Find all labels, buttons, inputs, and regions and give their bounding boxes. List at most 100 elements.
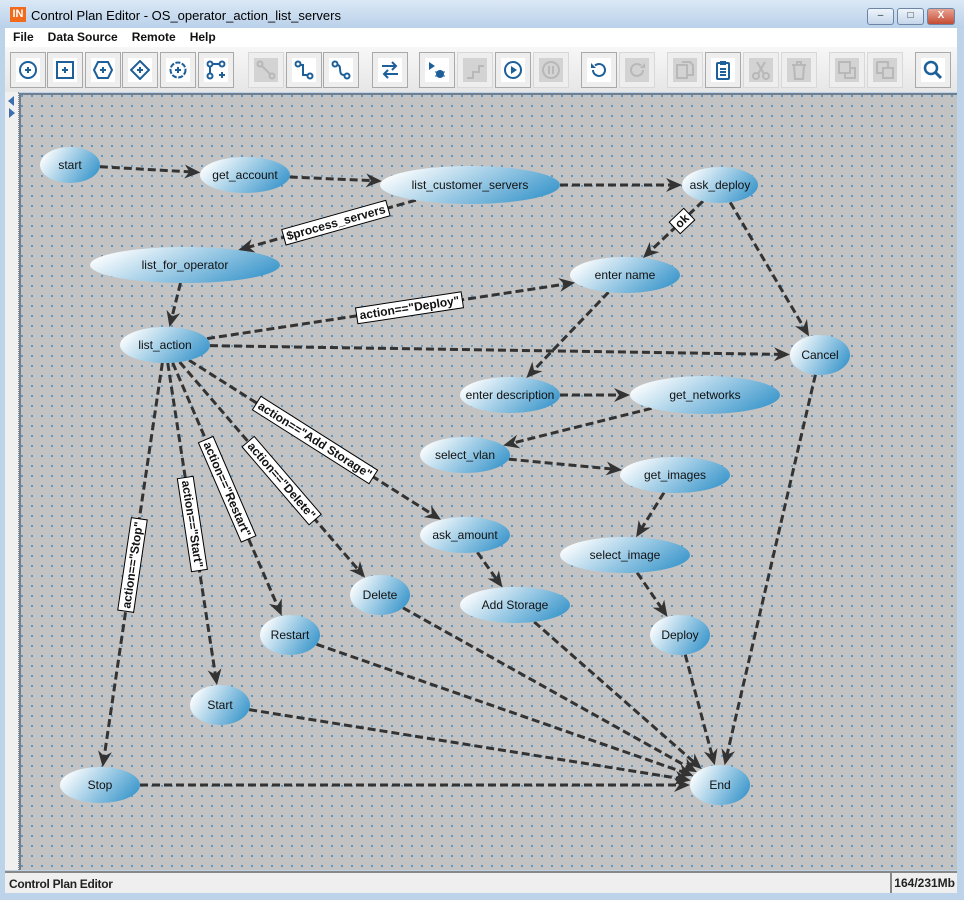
- connect-step-icon: [292, 58, 316, 82]
- edge-ask-amount-to-add-storage[interactable]: [476, 551, 503, 588]
- connect-curve-button[interactable]: [323, 52, 359, 88]
- edge-enter-name-to-enter-description[interactable]: [526, 291, 610, 378]
- edge-ask-deploy-to-cancel[interactable]: [728, 201, 810, 337]
- undo-button[interactable]: [581, 52, 617, 88]
- edge-line: [512, 406, 652, 445]
- edge-select-image-to-deploy[interactable]: [635, 571, 668, 617]
- node-list-for-operator[interactable]: list_for_operator: [90, 247, 280, 283]
- node-end[interactable]: End: [690, 765, 750, 805]
- edge-stop-to-end[interactable]: [140, 778, 690, 792]
- node-enter-description[interactable]: enter description: [460, 377, 560, 413]
- menu-data-source[interactable]: Data Source: [40, 28, 124, 44]
- minimize-button[interactable]: –: [867, 8, 894, 25]
- copy-icon: [673, 58, 697, 82]
- connect-icon: [254, 58, 278, 82]
- edge-enter-description-to-get-networks[interactable]: [560, 388, 630, 402]
- edge-start-to-end[interactable]: [248, 708, 691, 785]
- edge-select-vlan-to-get-images[interactable]: [508, 457, 623, 476]
- paste-button[interactable]: [705, 52, 741, 88]
- pause-button[interactable]: [533, 52, 569, 88]
- pause-icon: [539, 58, 563, 82]
- send-back-button[interactable]: [867, 52, 903, 88]
- search-icon: [921, 58, 945, 82]
- play-button[interactable]: [495, 52, 531, 88]
- add-hexagon-node-button[interactable]: [85, 52, 121, 88]
- debug-button[interactable]: [419, 52, 455, 88]
- add-decision-node-button[interactable]: [122, 52, 158, 88]
- maximize-button[interactable]: □: [897, 8, 924, 25]
- swap-button[interactable]: [372, 52, 408, 88]
- edge-label[interactable]: action=="Start": [176, 475, 208, 573]
- node-get-networks[interactable]: get_networks: [630, 376, 780, 414]
- add-action-node-button[interactable]: [47, 52, 83, 88]
- arrowhead-icon: [207, 668, 222, 686]
- delete-button[interactable]: [781, 52, 817, 88]
- node-label: get_networks: [669, 388, 740, 402]
- side-collapse-strip[interactable]: [5, 92, 19, 870]
- connect-button[interactable]: [248, 52, 284, 88]
- copy-button[interactable]: [667, 52, 703, 88]
- edge-label[interactable]: $process_servers: [281, 199, 391, 246]
- node-list-action[interactable]: list_action: [120, 327, 210, 363]
- diagram-canvas[interactable]: start get_account list_customer_servers ask…: [19, 93, 957, 870]
- edge-get-images-to-select-image[interactable]: [636, 491, 666, 538]
- node-label: Delete: [363, 588, 398, 602]
- edge-list-action-to-cancel[interactable]: [209, 344, 791, 362]
- arrowhead-icon: [614, 388, 630, 402]
- menu-help[interactable]: Help: [182, 28, 222, 44]
- menu-bar: File Data Source Remote Help: [5, 28, 957, 47]
- node-start[interactable]: Start: [190, 685, 250, 725]
- node-select-vlan[interactable]: select_vlan: [420, 437, 510, 473]
- cut-button[interactable]: [743, 52, 779, 88]
- bring-front-icon: [835, 58, 859, 82]
- edge-get-networks-to-select-vlan[interactable]: [503, 406, 652, 449]
- node-stop[interactable]: Stop: [60, 767, 140, 803]
- node-cancel[interactable]: Cancel: [790, 335, 850, 375]
- step-button[interactable]: [457, 52, 493, 88]
- node-label: list_for_operator: [142, 258, 229, 272]
- close-button[interactable]: X: [927, 8, 955, 25]
- add-start-node-button[interactable]: [10, 52, 46, 88]
- node-ask-amount[interactable]: ask_amount: [420, 517, 510, 553]
- node-restart[interactable]: Restart: [260, 615, 320, 655]
- edge-list-customer-servers-to-ask-deploy[interactable]: [560, 178, 682, 192]
- edge-ask-deploy-to-enter-name[interactable]: [642, 200, 705, 258]
- node-deploy[interactable]: Deploy: [650, 615, 710, 655]
- edge-start-to-get-account[interactable]: [99, 164, 201, 179]
- app-logo-icon: IN: [10, 7, 26, 22]
- search-button[interactable]: [915, 52, 951, 88]
- node-start[interactable]: start: [40, 147, 100, 183]
- node-delete[interactable]: Delete: [350, 575, 410, 615]
- debug-icon: [425, 58, 449, 82]
- nodes: startget_accountlist_customer_servers ask…: [40, 147, 850, 805]
- edge-line: [99, 165, 191, 174]
- edge-get-account-to-list-customer-servers[interactable]: [289, 173, 382, 188]
- node-enter-name[interactable]: enter name: [570, 257, 680, 293]
- edge-list-for-operator-to-list-action[interactable]: [166, 282, 182, 328]
- connect-step-button[interactable]: [286, 52, 322, 88]
- edge-deploy-to-end[interactable]: [683, 654, 718, 766]
- edge-label[interactable]: action=="Stop": [117, 517, 148, 613]
- edge-label-text: action=="Start": [179, 479, 206, 568]
- node-get-images[interactable]: get_images: [620, 457, 730, 493]
- toolbar: [5, 47, 957, 92]
- collapse-left-icon[interactable]: [8, 96, 14, 106]
- bring-front-button[interactable]: [829, 52, 865, 88]
- node-select-image[interactable]: select_image: [560, 537, 690, 573]
- menu-file[interactable]: File: [5, 28, 40, 44]
- menu-remote[interactable]: Remote: [124, 28, 182, 44]
- add-start-node-icon: [16, 58, 40, 82]
- add-cloud-node-button[interactable]: [160, 52, 196, 88]
- paste-icon: [711, 58, 735, 82]
- node-label: Start: [207, 698, 233, 712]
- edge-label[interactable]: action=="Deploy": [354, 291, 465, 325]
- node-list-customer-servers[interactable]: list_customer_servers: [380, 166, 560, 204]
- node-add-storage[interactable]: Add Storage: [460, 587, 570, 623]
- edge-label[interactable]: action=="Delete": [241, 435, 322, 526]
- node-get-account[interactable]: get_account: [200, 157, 290, 193]
- add-branch-button[interactable]: [198, 52, 234, 88]
- expand-right-icon[interactable]: [9, 108, 15, 118]
- node-ask-deploy[interactable]: ask_deploy: [682, 167, 758, 203]
- edge-cancel-to-end[interactable]: [721, 374, 817, 766]
- redo-button[interactable]: [619, 52, 655, 88]
